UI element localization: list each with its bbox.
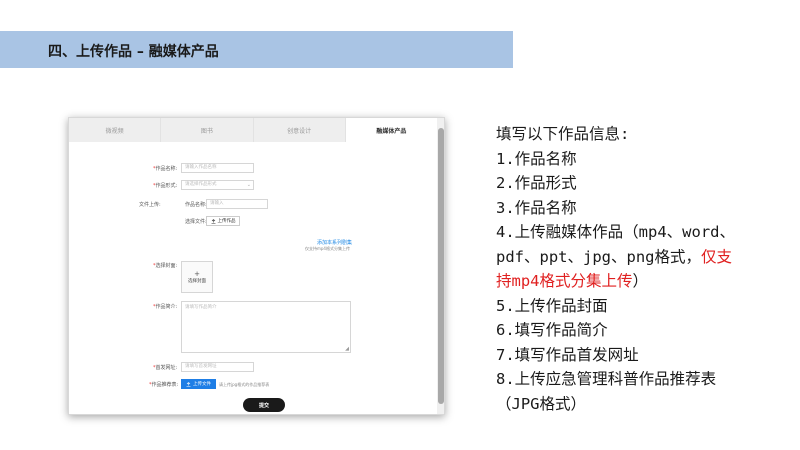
work-name-input[interactable]: 请输入作品名称: [181, 163, 254, 173]
instructions-heading: 填写以下作品信息:: [496, 125, 630, 143]
upload-form-panel: 微视频 图书 创意设计 融媒体产品 *作品名称: 请输入作品名称 *作品形式: …: [68, 117, 445, 415]
tab-micro-video[interactable]: 微视频: [69, 118, 162, 142]
cover-upload-text: 选择封面: [188, 278, 206, 284]
tab-books[interactable]: 图书: [161, 118, 254, 142]
upload-work-button[interactable]: 上传作品: [206, 216, 240, 226]
instruction-item-line: 持mp4格式分集上传）: [496, 272, 649, 290]
submit-button[interactable]: 提交: [243, 398, 285, 412]
instructions-list: 填写以下作品信息: 1.作品名称 2.作品形式 3.作品名称 4.上传融媒体作品…: [496, 122, 796, 416]
file-name-input[interactable]: 请输入: [206, 199, 268, 209]
file-name-label: 作品名称:: [185, 202, 207, 208]
add-episode-hint: 仅支持mp4格式分集上传: [305, 246, 350, 251]
cover-upload-box[interactable]: + 选择封面: [181, 261, 213, 293]
instruction-item: 2.作品形式: [496, 174, 577, 192]
red-highlight-text: 仅支: [700, 247, 732, 266]
plus-icon: +: [194, 269, 200, 278]
tab-media-products[interactable]: 融媒体产品: [345, 118, 437, 142]
add-episode-link[interactable]: 添加本系列剧集: [317, 239, 352, 246]
intro-label: *作品简介:: [153, 304, 178, 310]
instruction-item: （JPG格式）: [496, 394, 586, 413]
first-url-input[interactable]: 请填写首发网址: [181, 362, 254, 372]
instruction-item: 3.作品名称: [496, 198, 577, 217]
tab-creative-design[interactable]: 创意设计: [253, 118, 346, 142]
red-highlight-text: 持mp4格式分集上传: [496, 272, 633, 290]
scrollbar-thumb[interactable]: [438, 128, 444, 404]
instruction-item: 4.上传融媒体作品（mp4、word、: [496, 223, 735, 241]
instruction-item-line: pdf、ppt、jpg、png格式，仅支: [496, 247, 732, 266]
instruction-item: 1.作品名称: [496, 149, 577, 168]
file-upload-label: 文件上传:: [139, 202, 161, 208]
work-name-label: *作品名称:: [153, 166, 178, 172]
work-form-label: *作品形式:: [153, 183, 178, 189]
intro-textarea[interactable]: 请填写作品简介 ◢: [181, 301, 351, 353]
tab-bar: 微视频 图书 创意设计 融媒体产品: [69, 118, 437, 142]
recommend-label: *作品推荐表:: [149, 382, 179, 388]
cover-label: *选择封面:: [153, 263, 178, 269]
upload-icon: [211, 218, 215, 224]
recommend-hint: 请上传jpg格式的作品推荐表: [219, 382, 270, 387]
instruction-item: 6.填写作品简介: [496, 321, 608, 339]
upload-file-button-label: 上传文件: [193, 382, 211, 387]
choose-file-label: 选择文件:: [185, 219, 207, 225]
instruction-item: 7.填写作品首发网址: [496, 345, 639, 364]
page-title: 四、上传作品 – 融媒体产品: [48, 44, 219, 60]
upload-file-button[interactable]: 上传文件: [181, 379, 216, 389]
upload-icon: [186, 381, 191, 387]
chevron-down-icon: ⌄: [246, 182, 251, 188]
resize-grip-icon[interactable]: ◢: [345, 346, 349, 352]
instruction-item: 8.上传应急管理科普作品推荐表: [496, 370, 717, 388]
work-form-select[interactable]: 请选择作品形式 ⌄: [181, 180, 254, 190]
upload-work-button-label: 上传作品: [217, 219, 236, 224]
instruction-item: 5.上传作品封面: [496, 296, 608, 315]
first-url-label: *首发网址:: [153, 365, 178, 371]
